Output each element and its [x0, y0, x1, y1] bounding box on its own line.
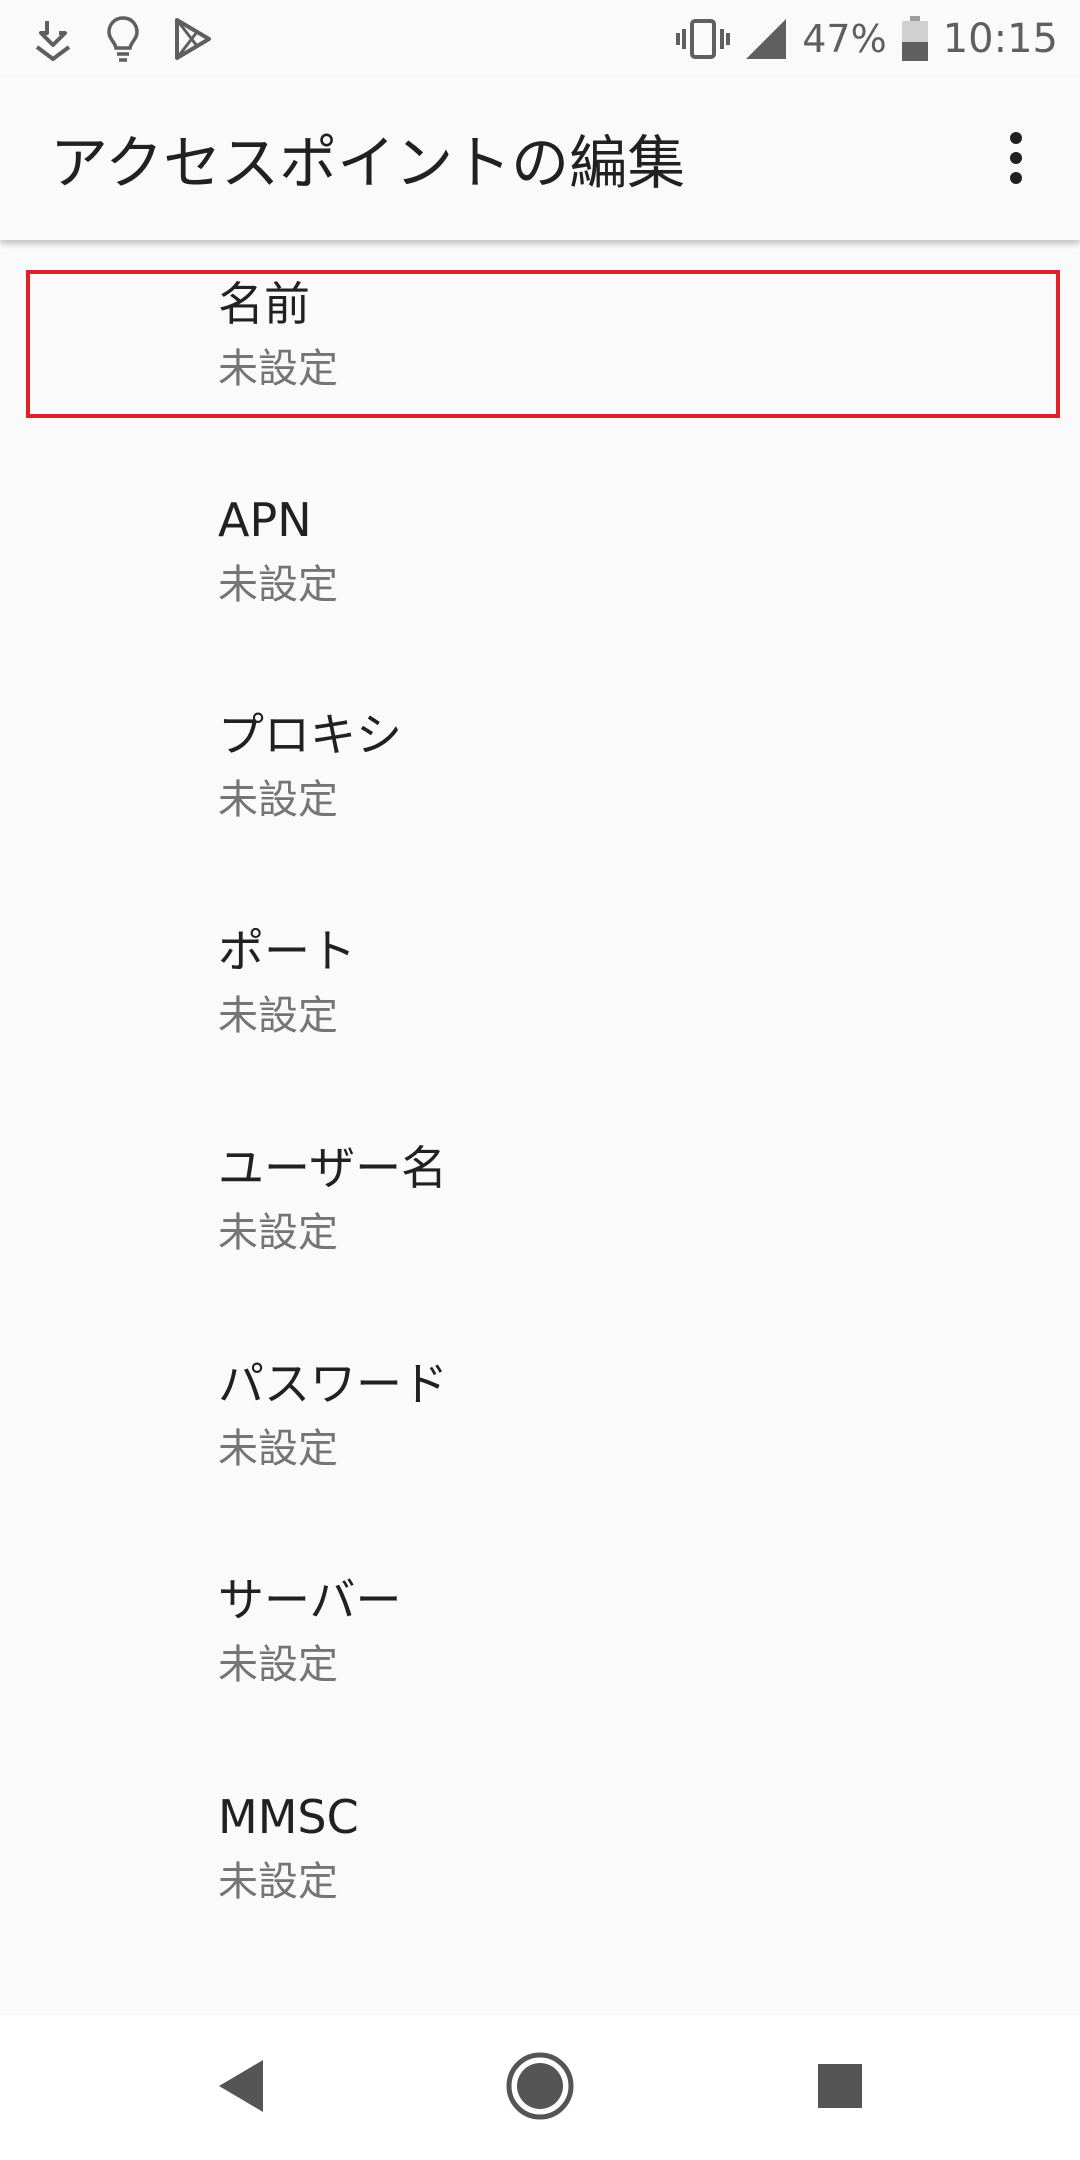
download-notification-icon — [28, 14, 78, 64]
lightbulb-icon — [98, 14, 148, 64]
pref-summary: 未設定 — [218, 562, 338, 608]
pref-title: サーバー — [218, 1573, 402, 1627]
pref-title: MMSC — [218, 1790, 359, 1844]
pref-apn[interactable]: APN 未設定 — [0, 490, 1080, 706]
pref-title: プロキシ — [218, 708, 402, 762]
recents-icon — [818, 2064, 862, 2108]
navigation-bar — [0, 2015, 1080, 2160]
recents-button[interactable] — [785, 2031, 895, 2141]
status-system-icons: 47% 10:15 — [676, 8, 1058, 70]
pref-title: ユーザー名 — [218, 1141, 448, 1195]
pref-summary: 未設定 — [218, 1642, 338, 1688]
pref-name[interactable]: 名前 未設定 — [0, 274, 1080, 490]
back-button[interactable] — [186, 2031, 296, 2141]
apn-settings-list: 名前 未設定 APN 未設定 プロキシ 未設定 ポート 未設定 ユーザー名 未設… — [0, 240, 1080, 2015]
pref-password[interactable]: パスワード 未設定 — [0, 1354, 1080, 1570]
pref-summary: 未設定 — [218, 1859, 338, 1905]
play-store-icon — [168, 14, 218, 64]
pref-summary: 未設定 — [218, 1426, 338, 1472]
status-bar: 47% 10:15 — [0, 0, 1080, 78]
home-icon — [506, 2052, 574, 2120]
back-icon — [219, 2060, 263, 2112]
more-vert-icon — [1010, 132, 1022, 184]
pref-title: パスワード — [218, 1357, 448, 1411]
pref-title: 名前 — [218, 277, 310, 331]
pref-title: APN — [218, 493, 312, 547]
pref-username[interactable]: ユーザー名 未設定 — [0, 1138, 1080, 1354]
battery-icon — [901, 16, 929, 62]
signal-icon — [744, 17, 788, 61]
home-button[interactable] — [485, 2031, 595, 2141]
status-notification-icons — [28, 12, 238, 66]
pref-title: ポート — [218, 924, 356, 978]
pref-summary: 未設定 — [218, 993, 338, 1039]
vibrate-icon — [676, 17, 731, 61]
overflow-menu-button[interactable] — [974, 116, 1058, 200]
pref-summary: 未設定 — [218, 346, 338, 392]
pref-port[interactable]: ポート 未設定 — [0, 921, 1080, 1137]
page-title: アクセスポイントの編集 — [50, 129, 686, 197]
battery-percentage: 47% — [802, 17, 887, 61]
status-time: 10:15 — [942, 16, 1058, 62]
pref-summary: 未設定 — [218, 1210, 338, 1256]
pref-proxy[interactable]: プロキシ 未設定 — [0, 705, 1080, 921]
pref-summary: 未設定 — [218, 777, 338, 823]
app-bar: アクセスポイントの編集 — [0, 78, 1080, 240]
pref-mmsc[interactable]: MMSC 未設定 — [0, 1787, 1080, 2003]
pref-server[interactable]: サーバー 未設定 — [0, 1570, 1080, 1786]
